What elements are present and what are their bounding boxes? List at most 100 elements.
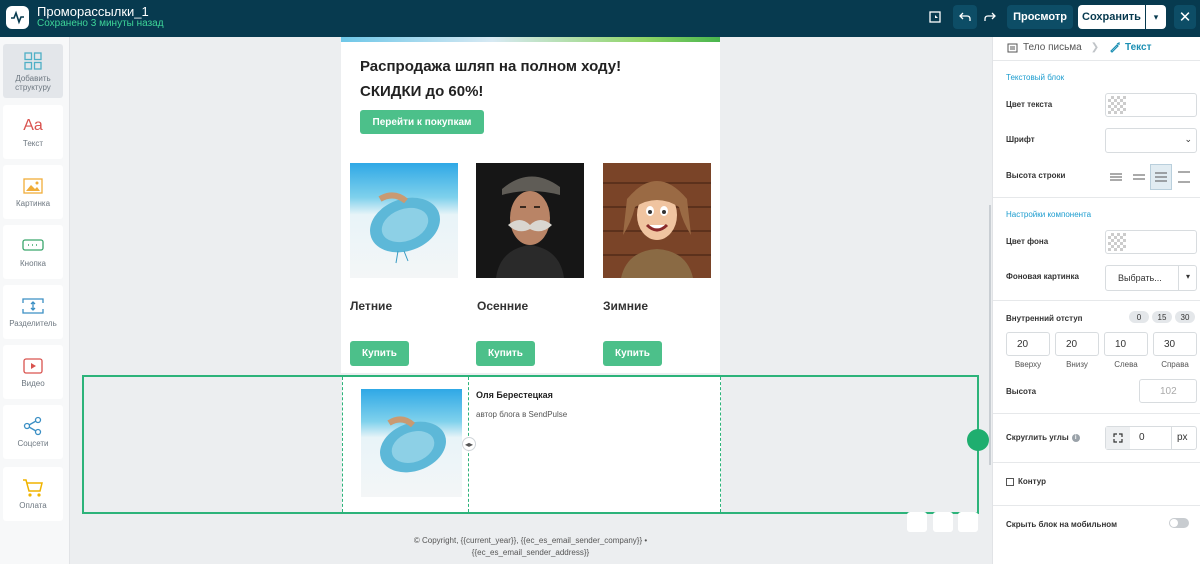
product-name-winter[interactable]: Зимние <box>603 299 648 313</box>
headline-line-1: Распродажа шляп на полном ходу! <box>360 58 622 75</box>
line-height-relaxed-button[interactable] <box>1150 164 1172 190</box>
author-avatar[interactable] <box>361 389 462 497</box>
image-icon <box>22 176 44 196</box>
buy-button-summer[interactable]: Купить <box>350 341 409 366</box>
hide-mobile-toggle[interactable] <box>1169 518 1189 528</box>
blocks-sidebar: Добавить структуру Aa Текст Картинка Кно… <box>0 37 70 564</box>
divider <box>993 413 1200 414</box>
corners-icon[interactable] <box>1106 427 1130 449</box>
tab-email-body[interactable]: Тело письма ❯ <box>1007 42 1099 53</box>
save-button[interactable]: Сохранить <box>1078 5 1145 29</box>
row-copy-button[interactable] <box>933 512 953 532</box>
author-name[interactable]: Оля Берестецкая <box>476 390 553 400</box>
divider <box>993 197 1200 198</box>
divider <box>993 300 1200 301</box>
save-options-chevron-icon[interactable]: ▾ <box>1146 5 1166 29</box>
row-move-button[interactable] <box>907 512 927 532</box>
padding-right-input[interactable]: 30 <box>1153 332 1197 356</box>
product-name-summer[interactable]: Летние <box>350 299 392 313</box>
mobile-preview-icon[interactable] <box>924 5 946 29</box>
padding-right-label: Справа <box>1161 360 1189 369</box>
height-input[interactable]: 102 <box>1139 379 1197 403</box>
sidebar-item-divider[interactable]: Разделитель <box>3 285 63 339</box>
undo-button[interactable] <box>953 5 977 29</box>
transparent-swatch <box>1108 96 1126 114</box>
banner-image[interactable] <box>341 37 720 42</box>
sidebar-item-label: Видео <box>21 379 45 388</box>
line-height-wide-button[interactable] <box>1173 164 1195 190</box>
video-icon <box>22 356 44 376</box>
headline-line-2: СКИДКИ до 60%! <box>360 83 484 100</box>
buy-button-autumn[interactable]: Купить <box>476 341 535 366</box>
bg-color-label: Цвет фона <box>1006 237 1049 246</box>
product-image-autumn[interactable] <box>476 163 584 278</box>
sidebar-item-video[interactable]: Видео <box>3 345 63 399</box>
row-drag-handle[interactable] <box>967 429 989 451</box>
row-delete-button[interactable] <box>958 512 978 532</box>
author-role[interactable]: автор блога в SendPulse <box>476 410 567 419</box>
rounding-control[interactable]: 0 px <box>1105 426 1197 450</box>
bg-image-label: Фоновая картинка <box>1006 272 1079 281</box>
sidebar-item-structure[interactable]: Добавить структуру <box>3 44 63 98</box>
selected-structure-row[interactable]: ◂▸ Оля Берестецкая автор блога в SendPul… <box>82 375 979 514</box>
cart-icon <box>22 478 44 498</box>
column-resize-handle[interactable]: ◂▸ <box>462 437 476 451</box>
font-select[interactable]: ⌄ <box>1105 128 1197 153</box>
text-color-label: Цвет текста <box>1006 100 1053 109</box>
sidebar-item-button[interactable]: Кнопка <box>3 225 63 279</box>
email-headline[interactable]: Распродажа шляп на полном ходу! СКИДКИ д… <box>360 54 690 104</box>
line-height-compact-button[interactable] <box>1105 164 1127 190</box>
email-footer[interactable]: © Copyright, {{current_year}}, {{ec_es_e… <box>371 535 690 559</box>
padding-bottom-input[interactable]: 20 <box>1055 332 1099 356</box>
brush-icon <box>1110 42 1120 53</box>
divider-icon <box>22 296 44 316</box>
bg-color-picker[interactable] <box>1105 230 1197 254</box>
sidebar-item-image[interactable]: Картинка <box>3 165 63 219</box>
padding-preset-30[interactable]: 30 <box>1175 311 1195 323</box>
height-label: Высота <box>1006 387 1037 396</box>
padding-bottom-label: Внизу <box>1066 360 1088 369</box>
email-body[interactable]: Распродажа шляп на полном ходу! СКИДКИ д… <box>341 37 720 373</box>
tab-text[interactable]: Текст <box>1109 42 1152 53</box>
padding-preset-0[interactable]: 0 <box>1129 311 1149 323</box>
sidebar-item-social[interactable]: Соцсети <box>3 405 63 459</box>
top-bar: Проморассылки_1 Сохранено 3 минуты назад… <box>0 0 1200 37</box>
shop-now-button[interactable]: Перейти к покупкам <box>360 110 484 134</box>
padding-left-input[interactable]: 10 <box>1104 332 1148 356</box>
sidebar-item-text[interactable]: Aa Текст <box>3 105 63 159</box>
info-icon[interactable]: i <box>1071 433 1080 442</box>
product-image-summer[interactable] <box>350 163 458 278</box>
font-label: Шрифт <box>1006 135 1035 144</box>
sidebar-item-label: Кнопка <box>20 259 46 268</box>
redo-button[interactable] <box>978 5 1002 29</box>
canvas-scrollbar[interactable] <box>989 205 991 465</box>
close-button[interactable]: ✕ <box>1174 5 1196 29</box>
rounding-input[interactable]: 0 <box>1139 432 1145 443</box>
text-icon: Aa <box>23 117 43 134</box>
footer-line-1: © Copyright, {{current_year}}, {{ec_es_e… <box>413 536 648 545</box>
line-height-normal-button[interactable] <box>1128 164 1150 190</box>
author-block[interactable]: ◂▸ Оля Берестецкая автор блога в SendPul… <box>342 377 721 512</box>
transparent-swatch <box>1108 233 1126 251</box>
padding-preset-15[interactable]: 15 <box>1152 311 1172 323</box>
bg-image-select[interactable]: Выбрать... ▾ <box>1105 265 1197 291</box>
preview-button[interactable]: Просмотр <box>1007 5 1073 29</box>
outline-checkbox[interactable] <box>1006 477 1014 486</box>
divider <box>993 505 1200 506</box>
text-color-picker[interactable] <box>1105 93 1197 117</box>
tab-text-label: Текст <box>1125 42 1152 53</box>
sidebar-item-label: Картинка <box>15 199 51 208</box>
padding-top-input[interactable]: 20 <box>1006 332 1050 356</box>
buy-button-winter[interactable]: Купить <box>603 341 662 366</box>
sidebar-item-label: Текст <box>22 139 44 148</box>
rounding-label-wrap: Скруглить углы i <box>1006 433 1080 442</box>
panel-breadcrumb: Тело письма ❯ Текст <box>993 37 1200 61</box>
product-name-autumn[interactable]: Осенние <box>477 299 528 313</box>
rounding-label: Скруглить углы <box>1006 433 1069 442</box>
sidebar-item-payment[interactable]: Оплата <box>3 467 63 521</box>
document-title[interactable]: Проморассылки_1 <box>37 4 149 19</box>
choose-label: Выбрать... <box>1118 273 1162 283</box>
rounding-unit: px <box>1177 432 1188 443</box>
product-image-winter[interactable] <box>603 163 711 278</box>
app-logo-icon[interactable] <box>6 6 29 29</box>
